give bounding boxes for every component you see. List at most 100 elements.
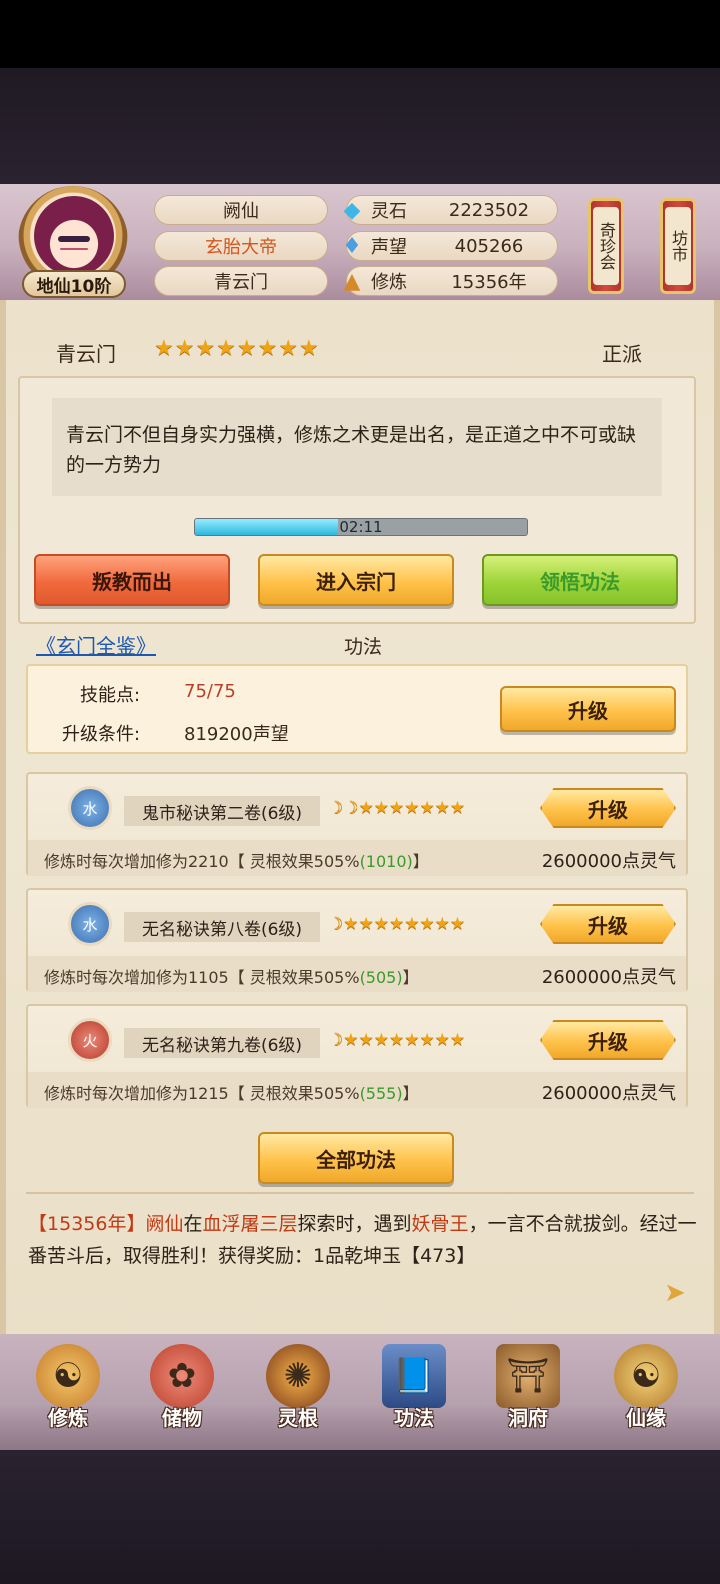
- player-name: 阙仙: [154, 195, 328, 225]
- log-place: 血浮屠三层: [202, 1213, 298, 1235]
- sect-alignment: 正派: [602, 342, 642, 366]
- market-scroll[interactable]: 坊市: [660, 198, 696, 294]
- fire-element-icon: 火: [68, 1018, 112, 1062]
- sect-rating-stars: ★★★★★★★★: [154, 336, 320, 361]
- spirit-stone-icon: ◆: [343, 197, 361, 223]
- element-text: 火: [82, 1031, 98, 1050]
- skill-effect-text: 修炼时每次增加修为1105【 灵根效果505%: [44, 968, 360, 987]
- log-divider: [26, 1192, 694, 1194]
- skill-stars: ☽★★★★★★★★: [328, 1030, 466, 1050]
- bottom-backdrop: [0, 1450, 720, 1584]
- all-skills-button[interactable]: 全部功法: [258, 1132, 454, 1184]
- resource-label: 修炼: [371, 272, 407, 293]
- skill-name: 鬼市秘诀第二卷(6级): [124, 796, 320, 826]
- cave-dwelling-icon: ⛩: [496, 1344, 560, 1408]
- enter-sect-button[interactable]: 进入宗门: [258, 554, 454, 606]
- skill-cost: 2600000点灵气: [541, 1083, 676, 1104]
- resource-cultivation: ▲ 修炼 15356年: [344, 266, 558, 296]
- nav-label: 仙缘: [626, 1406, 666, 1430]
- nav-cultivate[interactable]: ☯ 修炼: [20, 1344, 116, 1440]
- upgrade-condition-value: 819200声望: [184, 724, 289, 745]
- nav-label: 洞府: [508, 1406, 548, 1430]
- skill-upgrade-button[interactable]: 升级: [540, 1020, 676, 1060]
- skill-points-value: 75/75: [184, 681, 236, 702]
- avatar[interactable]: [34, 196, 114, 276]
- leave-sect-button[interactable]: 叛教而出: [34, 554, 230, 606]
- nav-spirit-root[interactable]: ✺ 灵根: [250, 1344, 346, 1440]
- skill-upgrade-button[interactable]: 升级: [540, 904, 676, 944]
- skill-effect-suffix: 】: [402, 968, 419, 987]
- resource-label: 声望: [371, 237, 407, 258]
- nav-fate[interactable]: ☯ 仙缘: [598, 1344, 694, 1440]
- skill-stars: ☽★★★★★★★★: [328, 914, 466, 934]
- skill-name: 无名秘诀第八卷(6级): [124, 912, 320, 942]
- reputation-icon: ♦: [342, 233, 362, 259]
- skill-effect-bonus: (555): [359, 1084, 403, 1103]
- skill-cost: 2600000点灵气: [541, 851, 676, 872]
- skill-book-icon: 📘: [382, 1344, 446, 1408]
- immortal-fate-icon: ☯: [614, 1344, 678, 1408]
- treasure-hall-label: 奇珍会: [593, 207, 619, 285]
- skill-upgrade-label: 升级: [588, 797, 628, 822]
- skill-effect-bonus: (505): [359, 968, 403, 987]
- skill-effect-suffix: 】: [412, 852, 429, 871]
- comprehend-skill-button[interactable]: 领悟功法: [482, 554, 678, 606]
- comprehend-skill-label: 领悟功法: [540, 569, 620, 594]
- nav-cave[interactable]: ⛩ 洞府: [480, 1344, 576, 1440]
- market-text: 坊市: [669, 230, 688, 262]
- element-text: 水: [82, 799, 98, 818]
- log-player: 阙仙: [145, 1213, 184, 1235]
- nav-label: 储物: [162, 1406, 202, 1430]
- skill-cost: 2600000点灵气: [541, 967, 676, 988]
- resource-label: 灵石: [371, 201, 407, 222]
- nav-skills[interactable]: 📘 功法: [366, 1344, 462, 1440]
- sect-name-label: 青云门: [56, 342, 116, 366]
- spirit-root-icon: ✺: [266, 1344, 330, 1408]
- log-text: 在: [183, 1213, 203, 1235]
- skill-effect-suffix: 】: [402, 1084, 419, 1103]
- enter-sect-label: 进入宗门: [316, 569, 396, 594]
- log-bracket: 【: [28, 1213, 48, 1235]
- skill-effect-bonus: (1010): [359, 852, 413, 871]
- skill-effect-text: 修炼时每次增加修为2210【 灵根效果505%: [44, 852, 360, 871]
- resource-value: 2223502: [448, 199, 530, 221]
- treasure-hall-text: 奇珍会: [597, 222, 616, 270]
- skill-detail-row: 修炼时每次增加修为2210【 灵根效果505%(1010)】 2600000点灵…: [28, 840, 686, 876]
- player-sect: 青云门: [154, 266, 328, 296]
- nav-storage[interactable]: ✿ 储物: [134, 1344, 230, 1440]
- cultivate-icon: ☯: [36, 1344, 100, 1408]
- sect-description: 青云门不但自身实力强横，修炼之术更是出名，是正道之中不可或缺的一方势力: [52, 398, 662, 496]
- status-bar-area: [0, 0, 720, 68]
- upgrade-condition-label: 升级条件:: [62, 724, 141, 745]
- player-sect-text: 青云门: [214, 272, 268, 293]
- element-text: 水: [82, 915, 98, 934]
- skill-upgrade-label: 升级: [588, 1029, 628, 1054]
- skill-effect: 修炼时每次增加修为1215【 灵根效果505%(555)】: [44, 1080, 419, 1104]
- upgrade-sect-skill-button[interactable]: 升级: [500, 686, 676, 732]
- compendium-link[interactable]: 《玄门全鉴》: [36, 630, 156, 659]
- treasure-hall-scroll[interactable]: 奇珍会: [588, 198, 624, 294]
- skills-header: 功法: [344, 636, 383, 658]
- player-title-text: 玄胎大帝: [205, 237, 277, 258]
- resource-value: 15356年: [451, 272, 527, 293]
- player-name-text: 阙仙: [223, 201, 259, 222]
- skill-points-label: 技能点:: [80, 685, 141, 706]
- storage-bag-icon: ✿: [150, 1344, 214, 1408]
- nav-label: 功法: [394, 1406, 434, 1430]
- skill-detail-row: 修炼时每次增加修为1105【 灵根效果505%(505)】 2600000点灵气: [28, 956, 686, 992]
- log-text: 探索时，遇到: [297, 1213, 412, 1235]
- resource-reputation: ♦ 声望 405266: [342, 231, 558, 261]
- skill-upgrade-button[interactable]: 升级: [540, 788, 676, 828]
- event-log: 【15356年】阙仙在血浮屠三层探索时，遇到妖骨王，一言不合就拔剑。经过一番苦斗…: [28, 1208, 698, 1272]
- next-arrow-icon[interactable]: ➤: [664, 1278, 686, 1308]
- skill-upgrade-label: 升级: [588, 913, 628, 938]
- nav-label: 修炼: [48, 1406, 88, 1430]
- skill-effect-text: 修炼时每次增加修为1215【 灵根效果505%: [44, 1084, 360, 1103]
- skill-stars: ☽☽★★★★★★★: [328, 798, 466, 818]
- resource-spirit-stone: ◆ 灵石 2223502: [344, 195, 558, 225]
- rank-badge: 地仙10阶: [22, 270, 126, 298]
- market-label: 坊市: [665, 207, 691, 285]
- skill-effect: 修炼时每次增加修为2210【 灵根效果505%(1010)】: [44, 848, 429, 872]
- nav-label: 灵根: [278, 1406, 318, 1430]
- skill-card: 水 鬼市秘诀第二卷(6级) ☽☽★★★★★★★ 升级 修炼时每次增加修为2210…: [26, 772, 688, 876]
